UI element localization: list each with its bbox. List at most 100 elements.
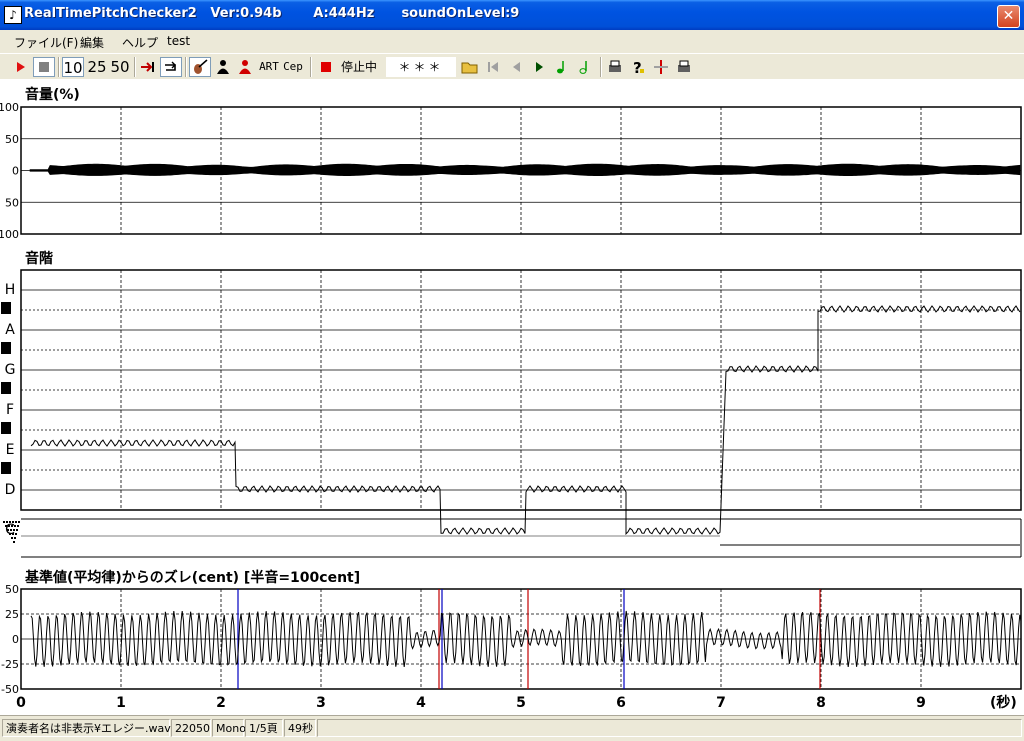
volume-title: 音量(%) (25, 86, 80, 103)
next-page-button[interactable] (529, 57, 549, 77)
band-dot (15, 533, 17, 535)
cent-tick: 0 (12, 633, 19, 646)
menu-edit[interactable]: 編集 (80, 34, 104, 51)
time-tick: 8 (816, 695, 826, 711)
time-tick: 4 (416, 695, 426, 711)
close-button[interactable]: ✕ (997, 5, 1020, 28)
speed-50-button[interactable]: 50 (109, 57, 131, 77)
volume-tick: 100 (0, 228, 19, 241)
time-tick: 5 (516, 695, 526, 711)
marker-icon (654, 60, 668, 74)
note-label: A (5, 322, 15, 338)
band-dot (10, 529, 12, 531)
menu-test[interactable]: test (167, 34, 190, 48)
jump-end-button[interactable] (138, 57, 158, 77)
first-icon (488, 62, 498, 72)
time-tick: 1 (116, 695, 126, 711)
menu-bar: ファイル(F) 編集 ヘルプ test (0, 30, 1024, 52)
band-dot (14, 537, 16, 539)
band-dot (6, 521, 8, 523)
piano-black-key (1, 382, 11, 394)
time-unit-label: (秒) (990, 694, 1017, 711)
band-dot (5, 525, 7, 527)
volume-tick: 50 (5, 196, 19, 209)
band-dot (14, 525, 16, 527)
violin-button[interactable] (189, 57, 211, 77)
first-page-button[interactable] (483, 57, 503, 77)
volume-tick: 50 (5, 133, 19, 146)
print2-button[interactable] (674, 57, 694, 77)
cent-tick: 50 (5, 583, 19, 596)
note-outline-button[interactable] (575, 57, 595, 77)
band-dot (15, 521, 17, 523)
band-dot (11, 525, 13, 527)
time-tick: 0 (16, 695, 26, 711)
note-label: H (5, 282, 16, 298)
person-icon (217, 60, 229, 74)
band-dot (13, 529, 15, 531)
volume-waveform (29, 163, 1021, 176)
graph-area: 音量(%) 10050050100 音階 HAGFEDC 基準値(平均律)からの… (0, 79, 1024, 715)
time-tick: 9 (916, 695, 926, 711)
band-dot (11, 537, 13, 539)
menu-file[interactable]: ファイル(F) (14, 34, 78, 51)
print-button[interactable] (605, 57, 625, 77)
music-note-icon (557, 61, 564, 74)
arrow-to-bar-icon (141, 62, 154, 72)
volume-tick: 0 (12, 165, 19, 178)
play-button[interactable] (10, 57, 30, 77)
stop-button[interactable] (33, 57, 55, 77)
cent-title: 基準値(平均律)からのズレ(cent) [半音=100cent] (25, 569, 360, 586)
stop-icon (39, 62, 49, 72)
speed-10-button[interactable]: 10 (62, 57, 84, 77)
band-dot (12, 533, 14, 535)
volume-tick: 100 (0, 101, 19, 114)
cep-button[interactable]: Cep (282, 57, 304, 77)
stop-square-red-icon (321, 62, 331, 72)
band-dot (13, 541, 15, 543)
singer-red-button[interactable] (235, 57, 255, 77)
record-stop-button[interactable] (316, 57, 336, 77)
status-spare (317, 719, 1022, 737)
status-file: 演奏者名は非表示¥エレジー.wav (2, 719, 171, 737)
play-icon (17, 62, 25, 72)
note-green-button[interactable] (552, 57, 572, 77)
printer-icon (678, 60, 690, 72)
band-dot (9, 521, 11, 523)
prev-page-button[interactable] (506, 57, 526, 77)
piano-black-key (1, 302, 11, 314)
band-dot (8, 525, 10, 527)
note-display: ＊＊＊ (386, 57, 456, 77)
band-dot (12, 521, 14, 523)
band-dot (7, 529, 9, 531)
loop-button[interactable] (160, 57, 182, 77)
note-label: E (6, 442, 15, 458)
note-label: F (6, 402, 14, 418)
title-bar: ♪ RealTimePitchChecker2 Ver:0.94b A:444H… (0, 0, 1024, 30)
time-tick: 2 (216, 695, 226, 711)
piano-black-key (1, 462, 11, 474)
menu-help[interactable]: ヘルプ (122, 34, 158, 51)
note-label: D (5, 482, 16, 498)
app-icon: ♪ (4, 6, 22, 24)
toolbar: 10 25 50 ART Cep 停止中 ＊＊＊ ? (0, 53, 1024, 81)
status-rate: 22050 (171, 719, 211, 737)
band-dot (9, 533, 11, 535)
singer-button[interactable] (213, 57, 233, 77)
status-page: 1/5頁 (245, 719, 283, 737)
time-tick: 7 (716, 695, 726, 711)
art-button[interactable]: ART (258, 57, 280, 77)
status-channels: Mono (212, 719, 246, 737)
cent-tick: 25 (5, 608, 19, 621)
band-dot (16, 529, 18, 531)
help-button[interactable]: ? (628, 57, 648, 77)
folder-open-icon (461, 62, 478, 74)
printer-icon (609, 60, 621, 72)
note-label: G (5, 362, 16, 378)
marker-button[interactable] (651, 57, 671, 77)
cent-tick: -25 (1, 658, 19, 671)
speed-25-button[interactable]: 25 (86, 57, 108, 77)
next-icon (536, 62, 543, 72)
open-button[interactable] (460, 57, 480, 77)
person-red-icon (239, 60, 251, 74)
